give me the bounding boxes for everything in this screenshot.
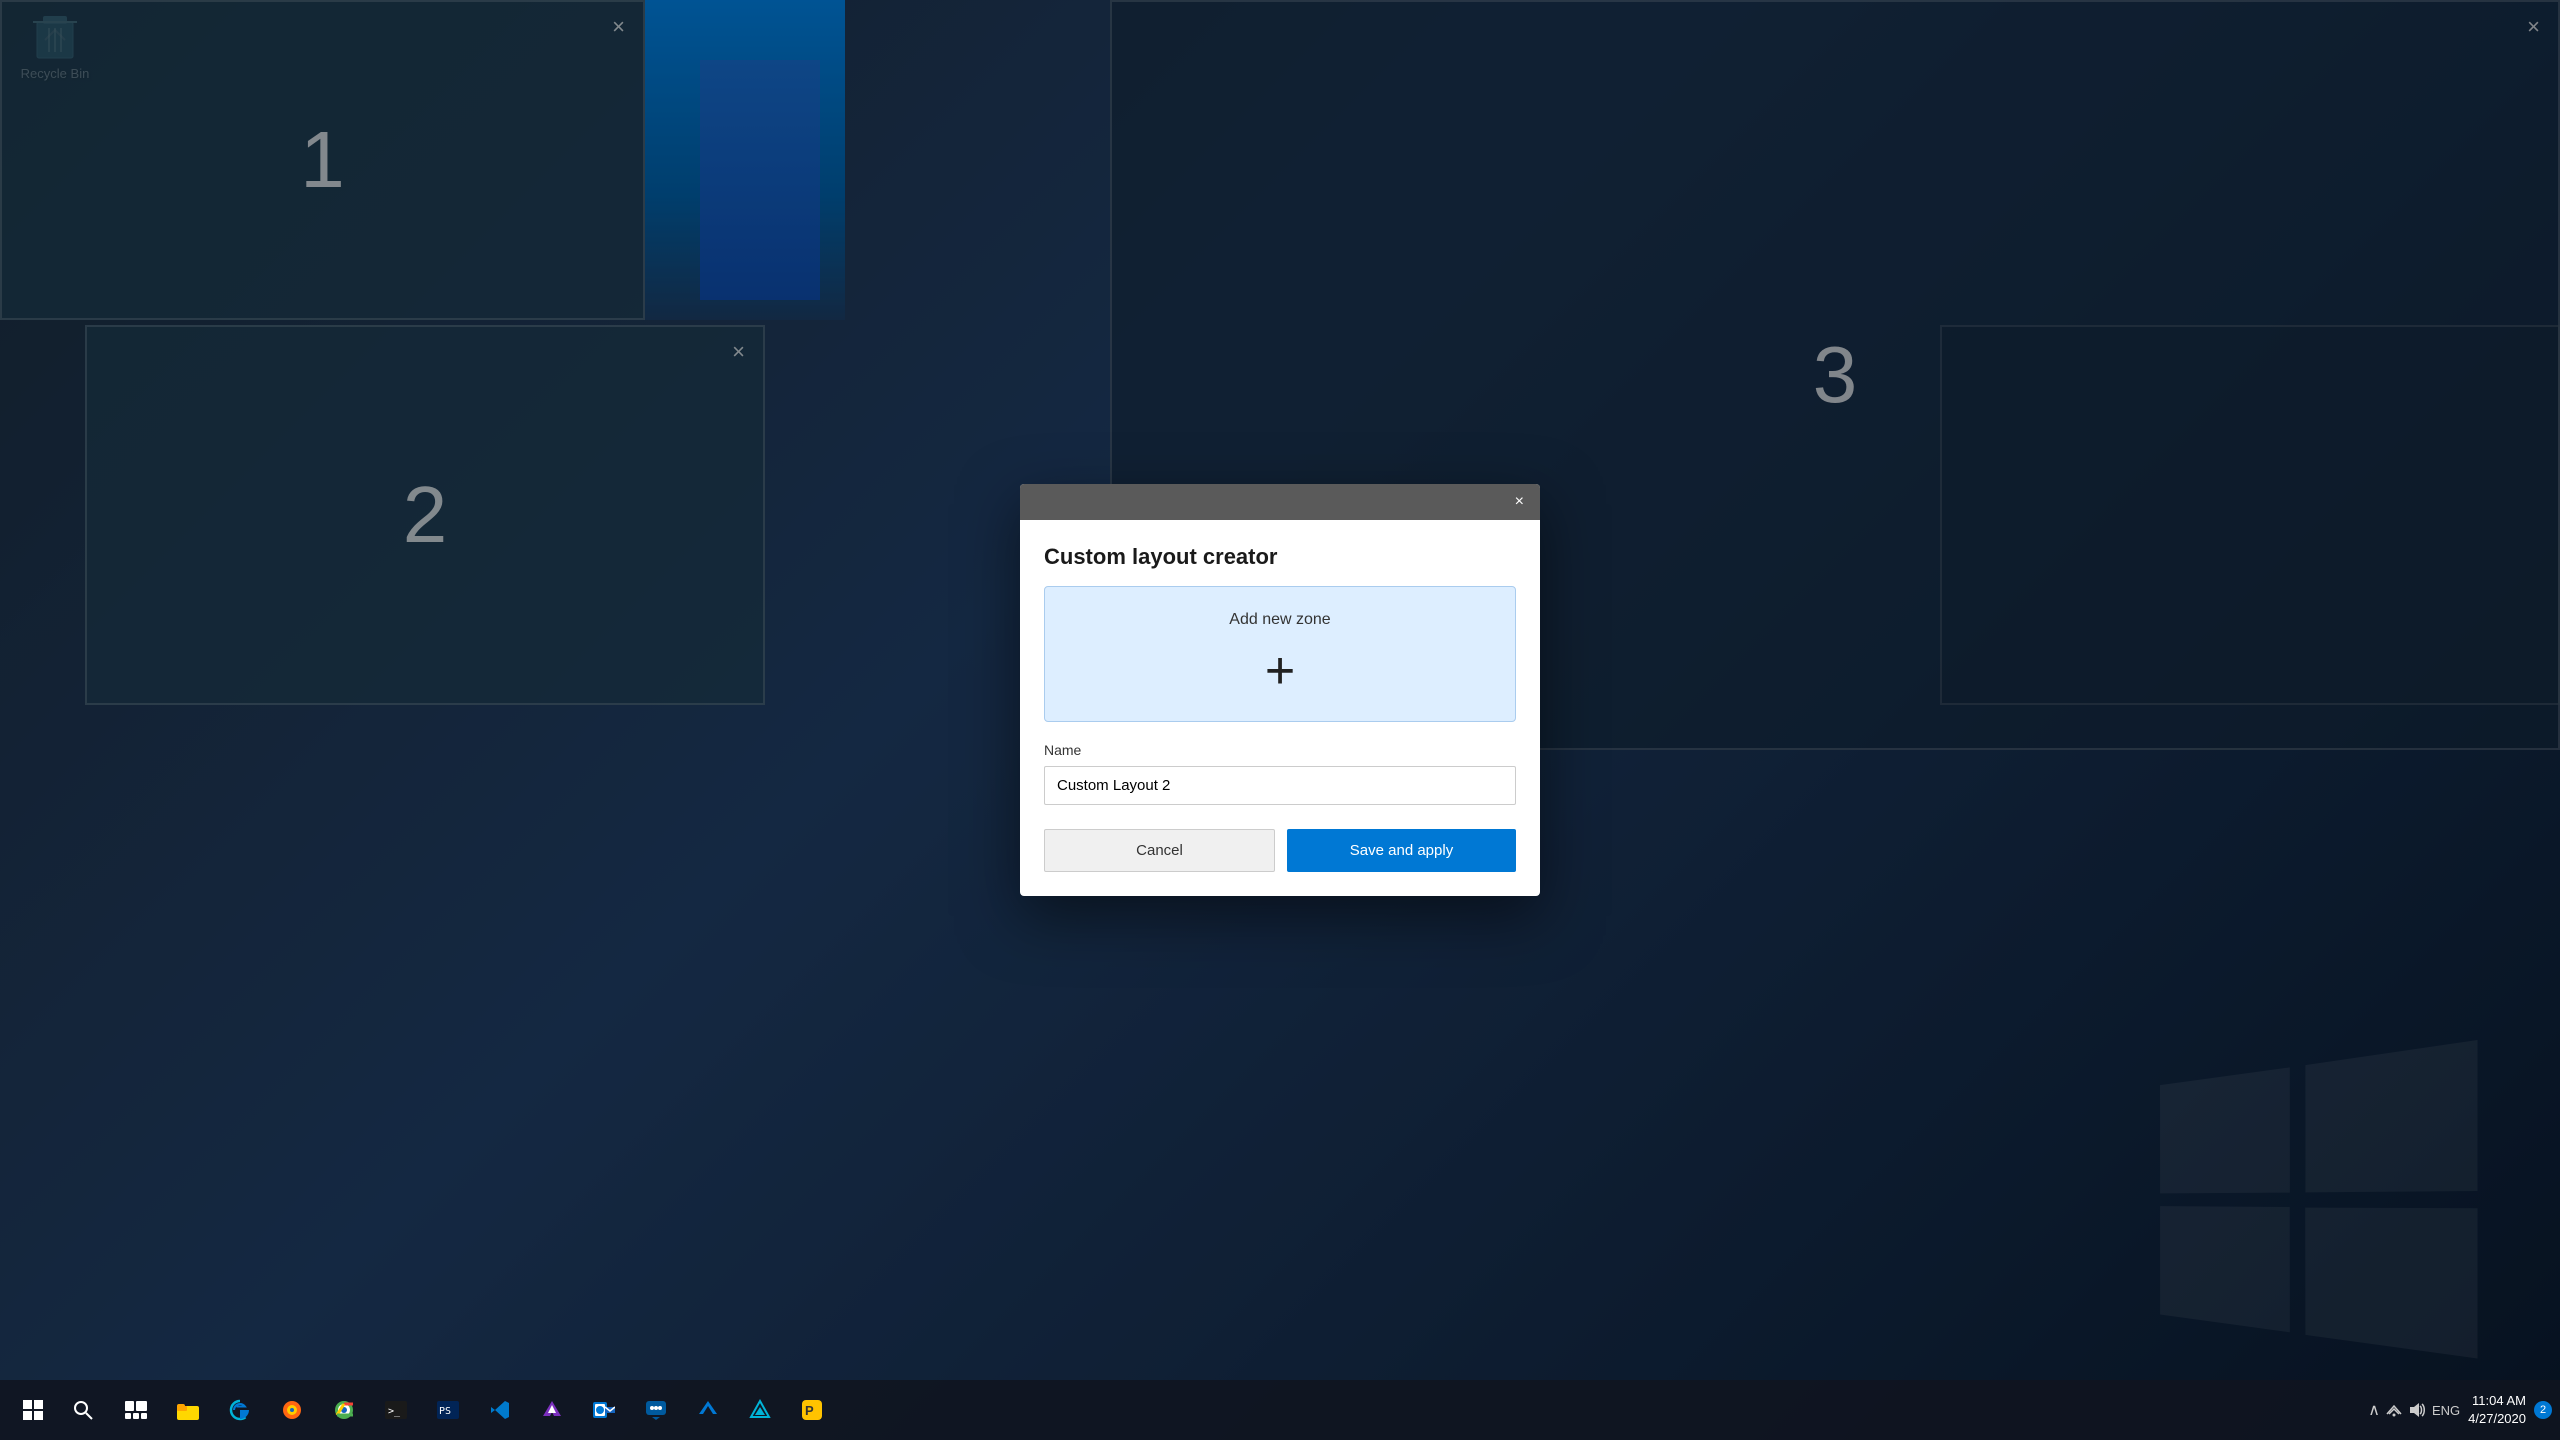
taskbar: >_ PS: [0, 1380, 2560, 1440]
vscode-icon: [489, 1399, 511, 1421]
azure-button[interactable]: [684, 1386, 732, 1434]
save-and-apply-button[interactable]: Save and apply: [1287, 829, 1516, 872]
feedback-icon: [645, 1399, 667, 1421]
firefox-button[interactable]: [268, 1386, 316, 1434]
powershell-button[interactable]: PS: [424, 1386, 472, 1434]
modal-overlay: × Custom layout creator Add new zone + N…: [0, 0, 2560, 1380]
firefox-icon: [281, 1399, 303, 1421]
vscode-button[interactable]: [476, 1386, 524, 1434]
clock-time: 11:04 AM: [2468, 1392, 2526, 1410]
terminal-icon: >_: [385, 1401, 407, 1419]
search-button[interactable]: [58, 1385, 108, 1435]
desktop: Recycle Bin × 1 × 2 × 3 × Custom layout …: [0, 0, 2560, 1440]
chrome-button[interactable]: [320, 1386, 368, 1434]
clock[interactable]: 11:04 AM 4/27/2020: [2468, 1392, 2526, 1428]
file-explorer-button[interactable]: [164, 1386, 212, 1434]
edge-button[interactable]: [216, 1386, 264, 1434]
tray-chevron[interactable]: ∧: [2368, 1400, 2380, 1420]
task-view-icon: [125, 1401, 147, 1419]
cancel-button[interactable]: Cancel: [1044, 829, 1275, 872]
custom-layout-dialog: × Custom layout creator Add new zone + N…: [1020, 484, 1540, 896]
taskbar-tray: ∧ ENG 11:04 AM 4/27/2020: [2368, 1392, 2552, 1428]
powertoys-button[interactable]: P: [788, 1386, 836, 1434]
edge-icon: [229, 1399, 251, 1421]
name-input[interactable]: [1044, 766, 1516, 805]
system-tray: ∧ ENG: [2368, 1400, 2460, 1420]
network-icon: [2386, 1402, 2402, 1418]
language-indicator[interactable]: ENG: [2432, 1403, 2460, 1418]
chrome-icon: [333, 1399, 355, 1421]
svg-text:>_: >_: [388, 1406, 401, 1417]
unity-button[interactable]: [736, 1386, 784, 1434]
outlook-button[interactable]: [580, 1386, 628, 1434]
add-zone-area[interactable]: Add new zone +: [1044, 586, 1516, 722]
start-button[interactable]: [8, 1385, 58, 1435]
terminal-button[interactable]: >_: [372, 1386, 420, 1434]
unity-icon: [749, 1399, 771, 1421]
powertoys-icon: P: [801, 1399, 823, 1421]
start-icon: [23, 1400, 43, 1420]
vstudio-button[interactable]: [528, 1386, 576, 1434]
volume-icon: [2408, 1402, 2426, 1418]
dialog-close-button[interactable]: ×: [1515, 494, 1524, 510]
outlook-icon: [593, 1399, 615, 1421]
notification-button[interactable]: 2: [2534, 1401, 2552, 1419]
dialog-title: Custom layout creator: [1044, 544, 1516, 570]
add-zone-label: Add new zone: [1069, 611, 1491, 629]
dialog-buttons: Cancel Save and apply: [1044, 829, 1516, 872]
svg-text:P: P: [805, 1403, 814, 1418]
azure-icon: [697, 1399, 719, 1421]
search-icon: [73, 1400, 93, 1420]
add-zone-plus-icon: +: [1069, 645, 1491, 697]
powershell-icon: PS: [437, 1401, 459, 1419]
svg-text:PS: PS: [439, 1406, 451, 1417]
clock-date: 4/27/2020: [2468, 1410, 2526, 1428]
feedback-button[interactable]: [632, 1386, 680, 1434]
taskbar-pinned-apps: >_ PS: [112, 1386, 836, 1434]
task-view-button[interactable]: [112, 1386, 160, 1434]
vstudio-icon: [541, 1399, 563, 1421]
name-label: Name: [1044, 742, 1516, 758]
file-explorer-icon: [177, 1400, 199, 1420]
dialog-body: Custom layout creator Add new zone + Nam…: [1020, 520, 1540, 896]
dialog-titlebar: ×: [1020, 484, 1540, 520]
